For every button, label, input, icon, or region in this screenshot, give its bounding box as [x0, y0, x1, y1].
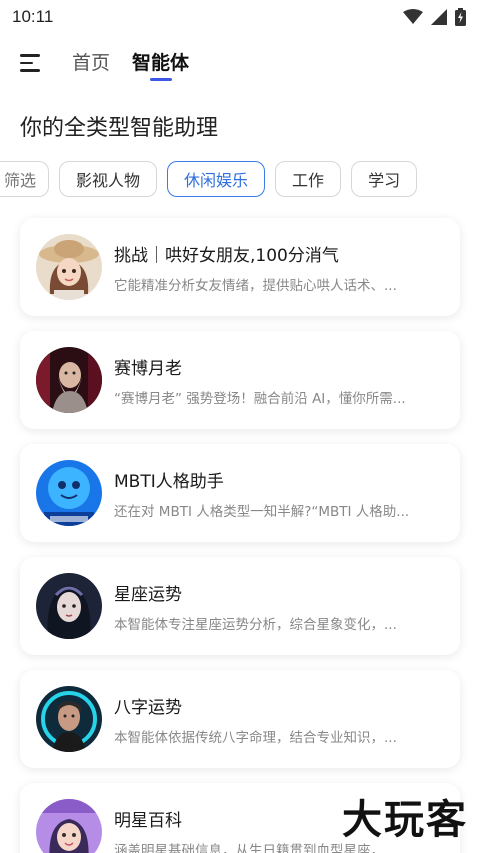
agent-title: MBTI人格助手 — [114, 471, 224, 492]
agent-title: 挑战｜哄好女朋友,100分消气 — [114, 245, 339, 266]
tab-agents[interactable]: 智能体 — [132, 48, 189, 79]
tab-home[interactable]: 首页 — [72, 48, 110, 79]
wifi-icon — [403, 9, 423, 24]
agent-card[interactable]: MBTI人格助手 还在对 MBTI 人格类型一知半解?“MBTI 人格助... — [20, 444, 460, 542]
status-icons — [403, 8, 466, 26]
filter-chip-row[interactable]: 筛选 影视人物 休闲娱乐 工作 学习 — [0, 154, 480, 204]
menu-icon[interactable] — [20, 51, 44, 75]
avatar — [36, 573, 102, 639]
agent-card[interactable]: 挑战｜哄好女朋友,100分消气 它能精准分析女友情绪，提供贴心哄人话术、... — [20, 218, 460, 316]
agent-card[interactable]: 八字运势 本智能体依据传统八字命理，结合专业知识，... — [20, 670, 460, 768]
filter-chip-label: 学习 — [368, 171, 401, 190]
status-time: 10:11 — [12, 7, 54, 26]
filter-chip-leisure[interactable]: 休闲娱乐 — [167, 161, 266, 197]
avatar — [36, 347, 102, 413]
filter-chip-screen[interactable]: 筛选 — [0, 161, 50, 197]
filter-chip-work[interactable]: 工作 — [275, 161, 342, 197]
page-headline: 你的全类型智能助理 — [20, 116, 219, 141]
battery-charging-icon — [455, 8, 466, 26]
agent-description: “赛博月老” 强势登场！融合前沿 AI，懂你所需... — [114, 390, 406, 407]
top-nav: 首页 智能体 — [0, 34, 480, 92]
agent-card[interactable]: 赛博月老 “赛博月老” 强势登场！融合前沿 AI，懂你所需... — [20, 331, 460, 429]
filter-chip-label: 工作 — [292, 171, 325, 190]
filter-chip-label: 影视人物 — [76, 171, 141, 190]
status-bar: 10:11 — [0, 0, 480, 34]
avatar — [36, 234, 102, 300]
agent-card[interactable]: 星座运势 本智能体专注星座运势分析，综合星象变化，... — [20, 557, 460, 655]
agent-description: 本智能体依据传统八字命理，结合专业知识，... — [114, 729, 397, 746]
agent-description: 它能精准分析女友情绪，提供贴心哄人话术、... — [114, 277, 397, 294]
avatar — [36, 799, 102, 853]
signal-icon — [431, 9, 447, 25]
filter-chip-label: 筛选 — [4, 171, 37, 190]
filter-chip-film-characters[interactable]: 影视人物 — [59, 161, 158, 197]
agent-title: 赛博月老 — [114, 358, 182, 379]
agent-description: 本智能体专注星座运势分析，综合星象变化，... — [114, 616, 397, 633]
avatar — [36, 460, 102, 526]
watermark-logo: 大玩客 — [342, 797, 468, 843]
agent-title: 八字运势 — [114, 697, 182, 718]
avatar — [36, 686, 102, 752]
filter-chip-study[interactable]: 学习 — [351, 161, 418, 197]
filter-chip-label: 休闲娱乐 — [184, 171, 249, 190]
agent-title: 星座运势 — [114, 584, 182, 605]
agent-description: 还在对 MBTI 人格类型一知半解?“MBTI 人格助... — [114, 503, 410, 520]
